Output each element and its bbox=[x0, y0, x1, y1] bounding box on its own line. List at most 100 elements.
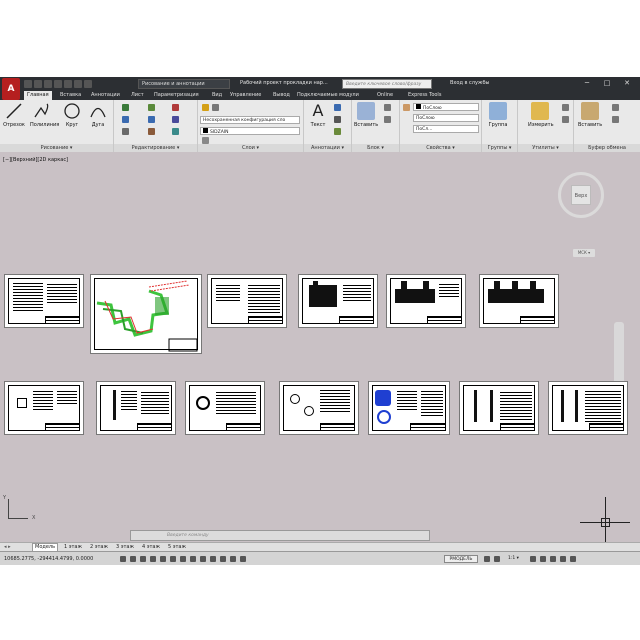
copy-clip-icon[interactable] bbox=[612, 116, 619, 123]
scale-icon[interactable] bbox=[148, 128, 155, 135]
layer-properties-icon[interactable] bbox=[202, 104, 209, 111]
new-icon[interactable] bbox=[24, 80, 32, 88]
tab-online[interactable]: Online bbox=[377, 92, 393, 98]
tab-view[interactable]: Вид bbox=[212, 92, 222, 98]
drawing-sheet[interactable] bbox=[386, 274, 466, 328]
otrack-icon[interactable] bbox=[180, 556, 186, 562]
drawing-sheet[interactable] bbox=[298, 274, 378, 328]
drawing-sheet[interactable] bbox=[4, 274, 84, 328]
redo-icon[interactable] bbox=[84, 80, 92, 88]
minimize-button[interactable]: ─ bbox=[582, 79, 592, 87]
search-input[interactable]: Введите ключевое слово/фразу bbox=[342, 79, 432, 89]
dyn-icon[interactable] bbox=[200, 556, 206, 562]
model-space-button[interactable]: РМОДЕЛЬ bbox=[444, 555, 478, 563]
polyline-tool[interactable]: Полилиния bbox=[30, 102, 59, 128]
create-block-icon[interactable] bbox=[384, 104, 391, 111]
tab-express-tools[interactable]: Express Tools bbox=[408, 92, 441, 98]
tab-manage[interactable]: Управление bbox=[230, 92, 261, 98]
annotation-panel-title[interactable]: Аннотации ▾ bbox=[304, 144, 351, 152]
erase-icon[interactable] bbox=[172, 104, 179, 111]
groups-panel-title[interactable]: Группы ▾ bbox=[482, 144, 517, 152]
drawing-sheet[interactable] bbox=[96, 381, 176, 435]
drawing-sheet[interactable] bbox=[479, 274, 559, 328]
color-dropdown[interactable]: ПоСлою bbox=[413, 103, 479, 111]
calculator-icon[interactable] bbox=[562, 116, 569, 123]
drawing-sheet-blue[interactable] bbox=[368, 381, 450, 435]
current-layer-dropdown[interactable]: SIDZAIN bbox=[200, 127, 300, 135]
lock-icon[interactable] bbox=[540, 556, 546, 562]
measure-button[interactable]: Измерить bbox=[528, 102, 554, 128]
polar-icon[interactable] bbox=[160, 556, 166, 562]
clean-screen-icon[interactable] bbox=[570, 556, 576, 562]
infer-constraints-icon[interactable] bbox=[120, 556, 126, 562]
isolate-objects-icon[interactable] bbox=[560, 556, 566, 562]
dimension-icon[interactable] bbox=[334, 104, 341, 111]
tab-annotate[interactable]: Аннотации bbox=[91, 92, 120, 98]
move-icon[interactable] bbox=[122, 104, 129, 111]
explode-icon[interactable] bbox=[172, 116, 179, 123]
tab-layout[interactable]: Лист bbox=[131, 92, 144, 98]
stretch-icon[interactable] bbox=[122, 128, 129, 135]
properties-panel-title[interactable]: Свойства ▾ bbox=[400, 144, 481, 152]
layout-nav-icon[interactable]: ◂ ▸ bbox=[4, 544, 11, 550]
workspace-switch-icon[interactable] bbox=[530, 556, 536, 562]
grid-icon[interactable] bbox=[140, 556, 146, 562]
array-icon[interactable] bbox=[172, 128, 179, 135]
text-tool[interactable]: A Текст bbox=[306, 102, 330, 129]
annotation-scale[interactable]: 1:1 ▾ bbox=[508, 556, 519, 561]
drawing-sheet[interactable] bbox=[459, 381, 539, 435]
tab-layout-5[interactable]: 5 этаж bbox=[168, 544, 186, 550]
viewport-controls[interactable]: [−][Верхний][2D каркас] bbox=[3, 157, 68, 163]
mirror-icon[interactable] bbox=[148, 116, 155, 123]
insert-block-button[interactable]: Вставить bbox=[354, 102, 378, 128]
selection-cycling-icon[interactable] bbox=[230, 556, 236, 562]
osnap-icon[interactable] bbox=[170, 556, 176, 562]
linetype-dropdown[interactable]: ПоСлою bbox=[413, 114, 479, 122]
drawing-sheet[interactable] bbox=[279, 381, 359, 435]
command-input[interactable]: Введите команду bbox=[130, 530, 430, 541]
viewcube[interactable]: Верх bbox=[558, 172, 604, 218]
snap-icon[interactable] bbox=[130, 556, 136, 562]
wcs-menu[interactable]: МСК ▾ bbox=[573, 249, 595, 257]
layer-state-dropdown[interactable]: Несохраненная конфигурация сло bbox=[200, 116, 300, 124]
arc-tool[interactable]: Дуга bbox=[86, 102, 110, 128]
drawing-sheet[interactable] bbox=[207, 274, 287, 328]
drawing-sheet[interactable] bbox=[548, 381, 628, 435]
ducs-icon[interactable] bbox=[190, 556, 196, 562]
lineweight-dropdown[interactable]: ПоСл... bbox=[413, 125, 479, 133]
tab-layout-2[interactable]: 2 этаж bbox=[90, 544, 108, 550]
tab-layout-1[interactable]: 1 этаж bbox=[64, 544, 82, 550]
save-icon[interactable] bbox=[44, 80, 52, 88]
layer-state-icon[interactable] bbox=[212, 104, 219, 111]
paste-button[interactable]: Вставить bbox=[578, 102, 602, 128]
line-tool[interactable]: Отрезок bbox=[2, 102, 26, 128]
table-icon[interactable] bbox=[334, 128, 341, 135]
maximize-button[interactable]: □ bbox=[602, 79, 612, 87]
open-icon[interactable] bbox=[34, 80, 42, 88]
viewcube-top-face[interactable]: Верх bbox=[571, 185, 591, 205]
block-panel-title[interactable]: Блок ▾ bbox=[352, 144, 399, 152]
drawing-sheet-plan[interactable] bbox=[90, 274, 202, 354]
plot-icon[interactable] bbox=[64, 80, 72, 88]
hardware-acceleration-icon[interactable] bbox=[550, 556, 556, 562]
application-menu-button[interactable]: A bbox=[2, 78, 20, 100]
tab-plugins[interactable]: Подключаемые модули bbox=[297, 92, 359, 98]
quick-view-drawings-icon[interactable] bbox=[494, 556, 500, 562]
quick-select-icon[interactable] bbox=[562, 104, 569, 111]
match-properties-icon[interactable] bbox=[403, 104, 410, 111]
draw-panel-title[interactable]: Рисование ▾ bbox=[0, 144, 113, 152]
annotation-monitor-icon[interactable] bbox=[240, 556, 246, 562]
modify-panel-title[interactable]: Редактирование ▾ bbox=[114, 144, 197, 152]
tab-layout-3[interactable]: 3 этаж bbox=[116, 544, 134, 550]
transparency-icon[interactable] bbox=[220, 556, 226, 562]
tab-home[interactable]: Главная bbox=[24, 91, 52, 100]
circle-tool[interactable]: Круг bbox=[60, 102, 84, 128]
rotate-icon[interactable] bbox=[148, 104, 155, 111]
cut-icon[interactable] bbox=[612, 104, 619, 111]
undo-icon[interactable] bbox=[74, 80, 82, 88]
tab-parametric[interactable]: Параметризация bbox=[154, 92, 199, 98]
copy-icon[interactable] bbox=[122, 116, 129, 123]
ortho-icon[interactable] bbox=[150, 556, 156, 562]
layers-panel-title[interactable]: Слои ▾ bbox=[198, 144, 303, 152]
group-button[interactable]: Группа bbox=[486, 102, 510, 128]
